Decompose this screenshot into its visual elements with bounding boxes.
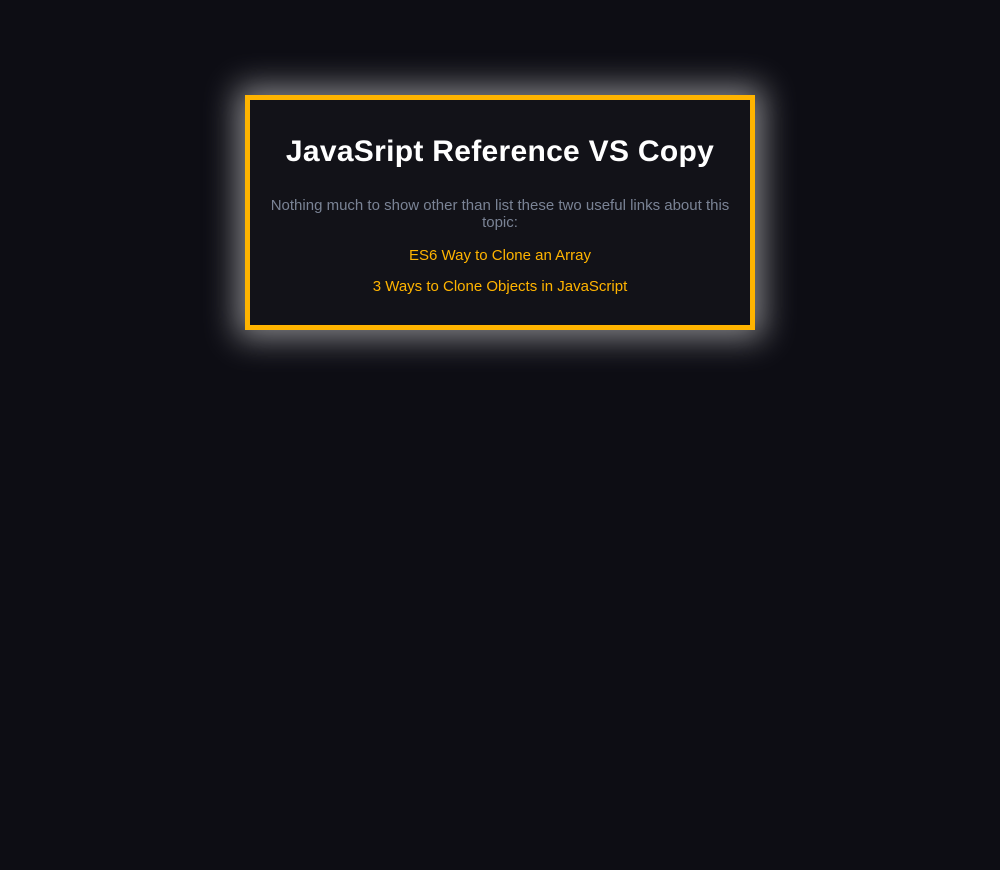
link-clone-array[interactable]: ES6 Way to Clone an Array <box>270 247 730 264</box>
page-title: JavaSript Reference VS Copy <box>270 135 730 169</box>
subtitle-text: Nothing much to show other than list the… <box>270 197 730 231</box>
info-card: JavaSript Reference VS Copy Nothing much… <box>245 95 755 330</box>
link-clone-objects[interactable]: 3 Ways to Clone Objects in JavaScript <box>270 278 730 295</box>
